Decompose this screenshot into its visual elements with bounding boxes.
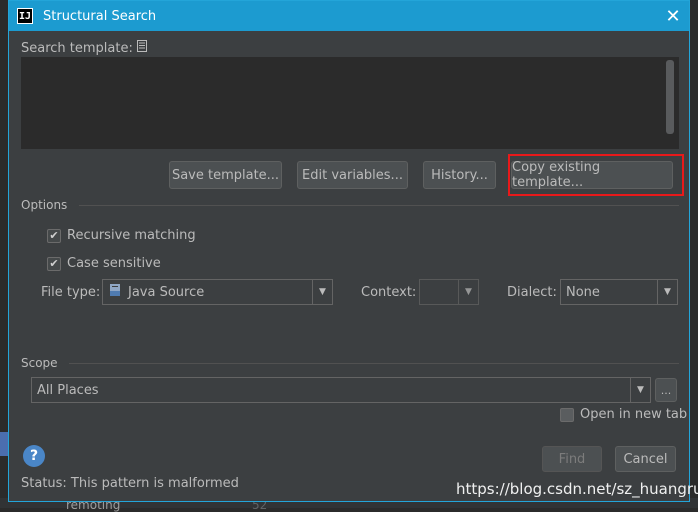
dialog-title: Structural Search <box>43 8 157 24</box>
scope-separator <box>69 363 679 364</box>
save-template-button[interactable]: Save template... <box>169 161 282 189</box>
context-combo[interactable]: ▼ <box>419 279 479 305</box>
file-type-label: File type: <box>41 285 101 300</box>
scope-combo[interactable]: All Places ▼ <box>31 377 651 403</box>
watermark-text: https://blog.csdn.net/sz_huangrui <box>456 480 698 498</box>
java-file-icon <box>108 283 122 301</box>
search-template-label: Search template: <box>21 40 147 56</box>
options-separator <box>79 205 679 206</box>
chevron-down-icon[interactable]: ▼ <box>630 378 650 402</box>
search-template-label-text: Search template: <box>21 40 133 56</box>
editor-gutter-marker <box>0 432 8 456</box>
structural-search-dialog: IJ Structural Search ✕ Search template: … <box>8 0 690 502</box>
case-sensitive-label: Case sensitive <box>67 256 161 271</box>
open-in-new-tab-label: Open in new tab <box>580 407 688 422</box>
options-section-label: Options <box>21 198 68 212</box>
recursive-matching-checkbox[interactable]: ✔ Recursive matching <box>47 228 196 243</box>
edit-variables-button[interactable]: Edit variables... <box>297 161 408 189</box>
close-icon[interactable]: ✕ <box>663 6 683 27</box>
dialect-combo[interactable]: None ▼ <box>560 279 678 305</box>
scope-browse-button[interactable]: ... <box>655 378 677 402</box>
chevron-down-icon[interactable]: ▼ <box>458 280 478 304</box>
editor-background-right <box>690 0 698 508</box>
history-button[interactable]: History... <box>423 161 496 189</box>
file-type-combo[interactable]: Java Source ▼ <box>102 279 333 305</box>
find-button[interactable]: Find <box>542 446 602 472</box>
dialog-titlebar[interactable]: IJ Structural Search ✕ <box>9 1 689 31</box>
document-icon[interactable] <box>136 40 147 56</box>
file-type-value: Java Source <box>103 283 312 301</box>
scope-value: All Places <box>37 382 99 398</box>
copy-existing-template-button[interactable]: Copy existing template... <box>511 160 673 190</box>
checkmark-icon: ✔ <box>47 256 61 271</box>
checkmark-icon: ✔ <box>47 228 61 243</box>
help-icon[interactable]: ? <box>23 445 45 467</box>
chevron-down-icon[interactable]: ▼ <box>312 280 332 304</box>
app-icon: IJ <box>17 8 33 24</box>
file-type-value-text: Java Source <box>128 284 205 300</box>
dialect-label: Dialect: <box>507 285 557 300</box>
open-in-new-tab-checkbox[interactable]: Open in new tab <box>560 407 687 422</box>
cancel-button[interactable]: Cancel <box>615 446 676 472</box>
status-text: Status: This pattern is malformed <box>21 476 239 491</box>
search-template-editor[interactable] <box>21 57 679 149</box>
context-label: Context: <box>361 285 417 300</box>
dialect-value: None <box>566 284 600 300</box>
template-scrollbar[interactable] <box>666 60 674 134</box>
case-sensitive-checkbox[interactable]: ✔ Case sensitive <box>47 256 161 271</box>
recursive-matching-label: Recursive matching <box>67 228 196 243</box>
chevron-down-icon[interactable]: ▼ <box>657 280 677 304</box>
checkbox-box <box>560 407 574 422</box>
scope-section-label: Scope <box>21 356 58 370</box>
